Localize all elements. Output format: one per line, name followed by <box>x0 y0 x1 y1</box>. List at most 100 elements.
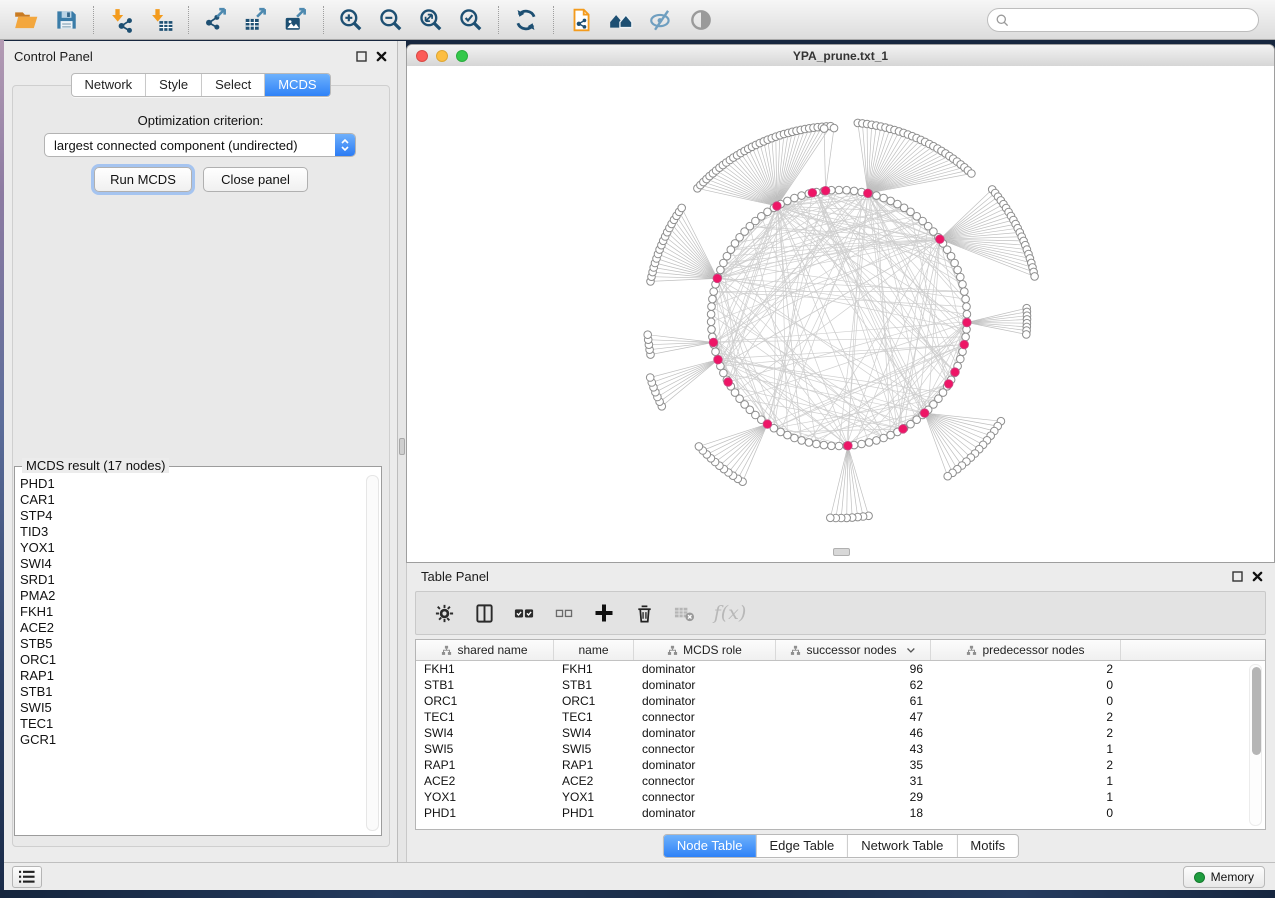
control-tab-select[interactable]: Select <box>201 74 264 96</box>
column-header-successor-nodes[interactable]: successor nodes <box>776 640 931 660</box>
mcds-result-item[interactable]: PMA2 <box>20 588 363 604</box>
table-row[interactable]: ACE2ACE2connector311 <box>416 773 1265 789</box>
vertical-splitter-handle[interactable] <box>399 438 405 455</box>
mcds-result-item[interactable]: PHD1 <box>20 476 363 492</box>
network-canvas[interactable] <box>407 66 1274 562</box>
mcds-result-item[interactable]: SWI5 <box>20 700 363 716</box>
table-tab-motifs[interactable]: Motifs <box>956 835 1018 857</box>
zoom-fit-button[interactable] <box>411 3 451 37</box>
open-file-button[interactable] <box>6 3 46 37</box>
table-cell: SWI5 <box>416 741 554 757</box>
import-network-button[interactable] <box>101 3 141 37</box>
show-columns-button[interactable] <box>466 595 502 631</box>
mcds-result-item[interactable]: GCR1 <box>20 732 363 748</box>
mcds-result-list[interactable]: PHD1CAR1STP4TID3YOX1SWI4SRD1PMA2FKH1ACE2… <box>20 476 363 831</box>
mcds-result-item[interactable]: FKH1 <box>20 604 363 620</box>
save-session-button[interactable] <box>46 3 86 37</box>
mcds-result-box: PHD1CAR1STP4TID3YOX1SWI4SRD1PMA2FKH1ACE2… <box>14 466 382 836</box>
float-panel-icon[interactable] <box>356 51 367 62</box>
export-table-button[interactable] <box>236 3 276 37</box>
control-tab-style[interactable]: Style <box>145 74 201 96</box>
export-network-button[interactable] <box>196 3 236 37</box>
mcds-result-item[interactable]: STP4 <box>20 508 363 524</box>
deselect-all-button[interactable] <box>546 595 582 631</box>
table-row[interactable]: TEC1TEC1connector472 <box>416 709 1265 725</box>
mcds-result-item[interactable]: SWI4 <box>20 556 363 572</box>
mcds-result-item[interactable]: SRD1 <box>20 572 363 588</box>
table-row[interactable]: ORC1ORC1dominator610 <box>416 693 1265 709</box>
table-cell: 2 <box>931 709 1121 725</box>
table-scrollbar-thumb[interactable] <box>1252 667 1261 755</box>
table-cell: 61 <box>776 693 931 709</box>
table-row[interactable]: SWI5SWI5connector431 <box>416 741 1265 757</box>
zoom-fit-icon <box>418 7 444 33</box>
export-table-icon <box>243 7 269 33</box>
export-image-button[interactable] <box>276 3 316 37</box>
mcds-result-item[interactable]: YOX1 <box>20 540 363 556</box>
table-mode-gear-button[interactable] <box>426 595 462 631</box>
mcds-result-item[interactable]: ACE2 <box>20 620 363 636</box>
network-window-titlebar[interactable]: YPA_prune.txt_1 <box>407 45 1274 67</box>
column-header-name[interactable]: name <box>554 640 634 660</box>
search-input[interactable] <box>1014 12 1258 28</box>
table-tab-node-table[interactable]: Node Table <box>664 835 756 857</box>
node-table: shared namenameMCDS rolesuccessor nodesp… <box>415 639 1266 830</box>
checked-boxes-icon <box>513 603 535 623</box>
apply-layout-button[interactable] <box>506 3 546 37</box>
apply-layout-icon <box>513 7 539 33</box>
delete-table-button[interactable] <box>666 595 702 631</box>
table-cell: 2 <box>931 757 1121 773</box>
mcds-result-item[interactable]: TEC1 <box>20 716 363 732</box>
mcds-result-item[interactable]: RAP1 <box>20 668 363 684</box>
shared-column-icon <box>966 645 977 656</box>
show-all-button[interactable] <box>681 3 721 37</box>
control-tab-network[interactable]: Network <box>71 74 145 96</box>
control-tab-mcds[interactable]: MCDS <box>264 74 329 96</box>
run-mcds-button[interactable]: Run MCDS <box>94 167 192 192</box>
hide-selection-button[interactable] <box>641 3 681 37</box>
zoom-in-button[interactable] <box>331 3 371 37</box>
float-table-panel-icon[interactable] <box>1232 571 1243 582</box>
mcds-result-item[interactable]: CAR1 <box>20 492 363 508</box>
memory-button[interactable]: Memory <box>1183 866 1265 888</box>
optimization-criterion-select[interactable]: largest connected component (undirected) <box>44 133 356 157</box>
select-all-button[interactable] <box>506 595 542 631</box>
table-row[interactable]: STB1STB1dominator620 <box>416 677 1265 693</box>
table-tab-network-table[interactable]: Network Table <box>847 835 956 857</box>
table-row[interactable]: RAP1RAP1dominator352 <box>416 757 1265 773</box>
mcds-result-scrollbar[interactable] <box>366 475 379 831</box>
zoom-selected-button[interactable] <box>451 3 491 37</box>
first-neighbors-button[interactable] <box>601 3 641 37</box>
table-cell: RAP1 <box>416 757 554 773</box>
mcds-result-item[interactable]: TID3 <box>20 524 363 540</box>
table-panel-title: Table Panel <box>421 569 489 584</box>
column-header-MCDS-role[interactable]: MCDS role <box>634 640 776 660</box>
function-builder-button[interactable]: f(x) <box>706 595 754 631</box>
close-panel-icon[interactable] <box>376 51 387 62</box>
shared-column-icon <box>667 645 678 656</box>
search-box <box>987 8 1259 32</box>
mcds-result-item[interactable]: STB5 <box>20 636 363 652</box>
delete-columns-button[interactable] <box>626 595 662 631</box>
trash-icon <box>634 603 655 624</box>
mcds-result-item[interactable]: ORC1 <box>20 652 363 668</box>
table-row[interactable]: SWI4SWI4dominator462 <box>416 725 1265 741</box>
control-panel: Control Panel NetworkStyleSelectMCDS Opt… <box>4 41 398 862</box>
table-row[interactable]: FKH1FKH1dominator962 <box>416 661 1265 677</box>
table-tab-edge-table[interactable]: Edge Table <box>755 835 847 857</box>
table-row[interactable]: PHD1PHD1dominator180 <box>416 805 1265 821</box>
import-table-button[interactable] <box>141 3 181 37</box>
zoom-out-button[interactable] <box>371 3 411 37</box>
task-history-button[interactable] <box>12 866 42 888</box>
column-header-shared-name[interactable]: shared name <box>416 640 554 660</box>
add-column-button[interactable] <box>586 595 622 631</box>
control-panel-tabbar: NetworkStyleSelectMCDS <box>70 73 330 97</box>
table-row[interactable]: YOX1YOX1connector291 <box>416 789 1265 805</box>
new-network-from-selection-button[interactable] <box>561 3 601 37</box>
close-panel-button[interactable]: Close panel <box>203 167 308 192</box>
close-table-panel-icon[interactable] <box>1252 571 1263 582</box>
horizontal-splitter-handle[interactable] <box>833 548 850 556</box>
column-header-predecessor-nodes[interactable]: predecessor nodes <box>931 640 1121 660</box>
table-cell: SWI4 <box>554 725 634 741</box>
mcds-result-item[interactable]: STB1 <box>20 684 363 700</box>
